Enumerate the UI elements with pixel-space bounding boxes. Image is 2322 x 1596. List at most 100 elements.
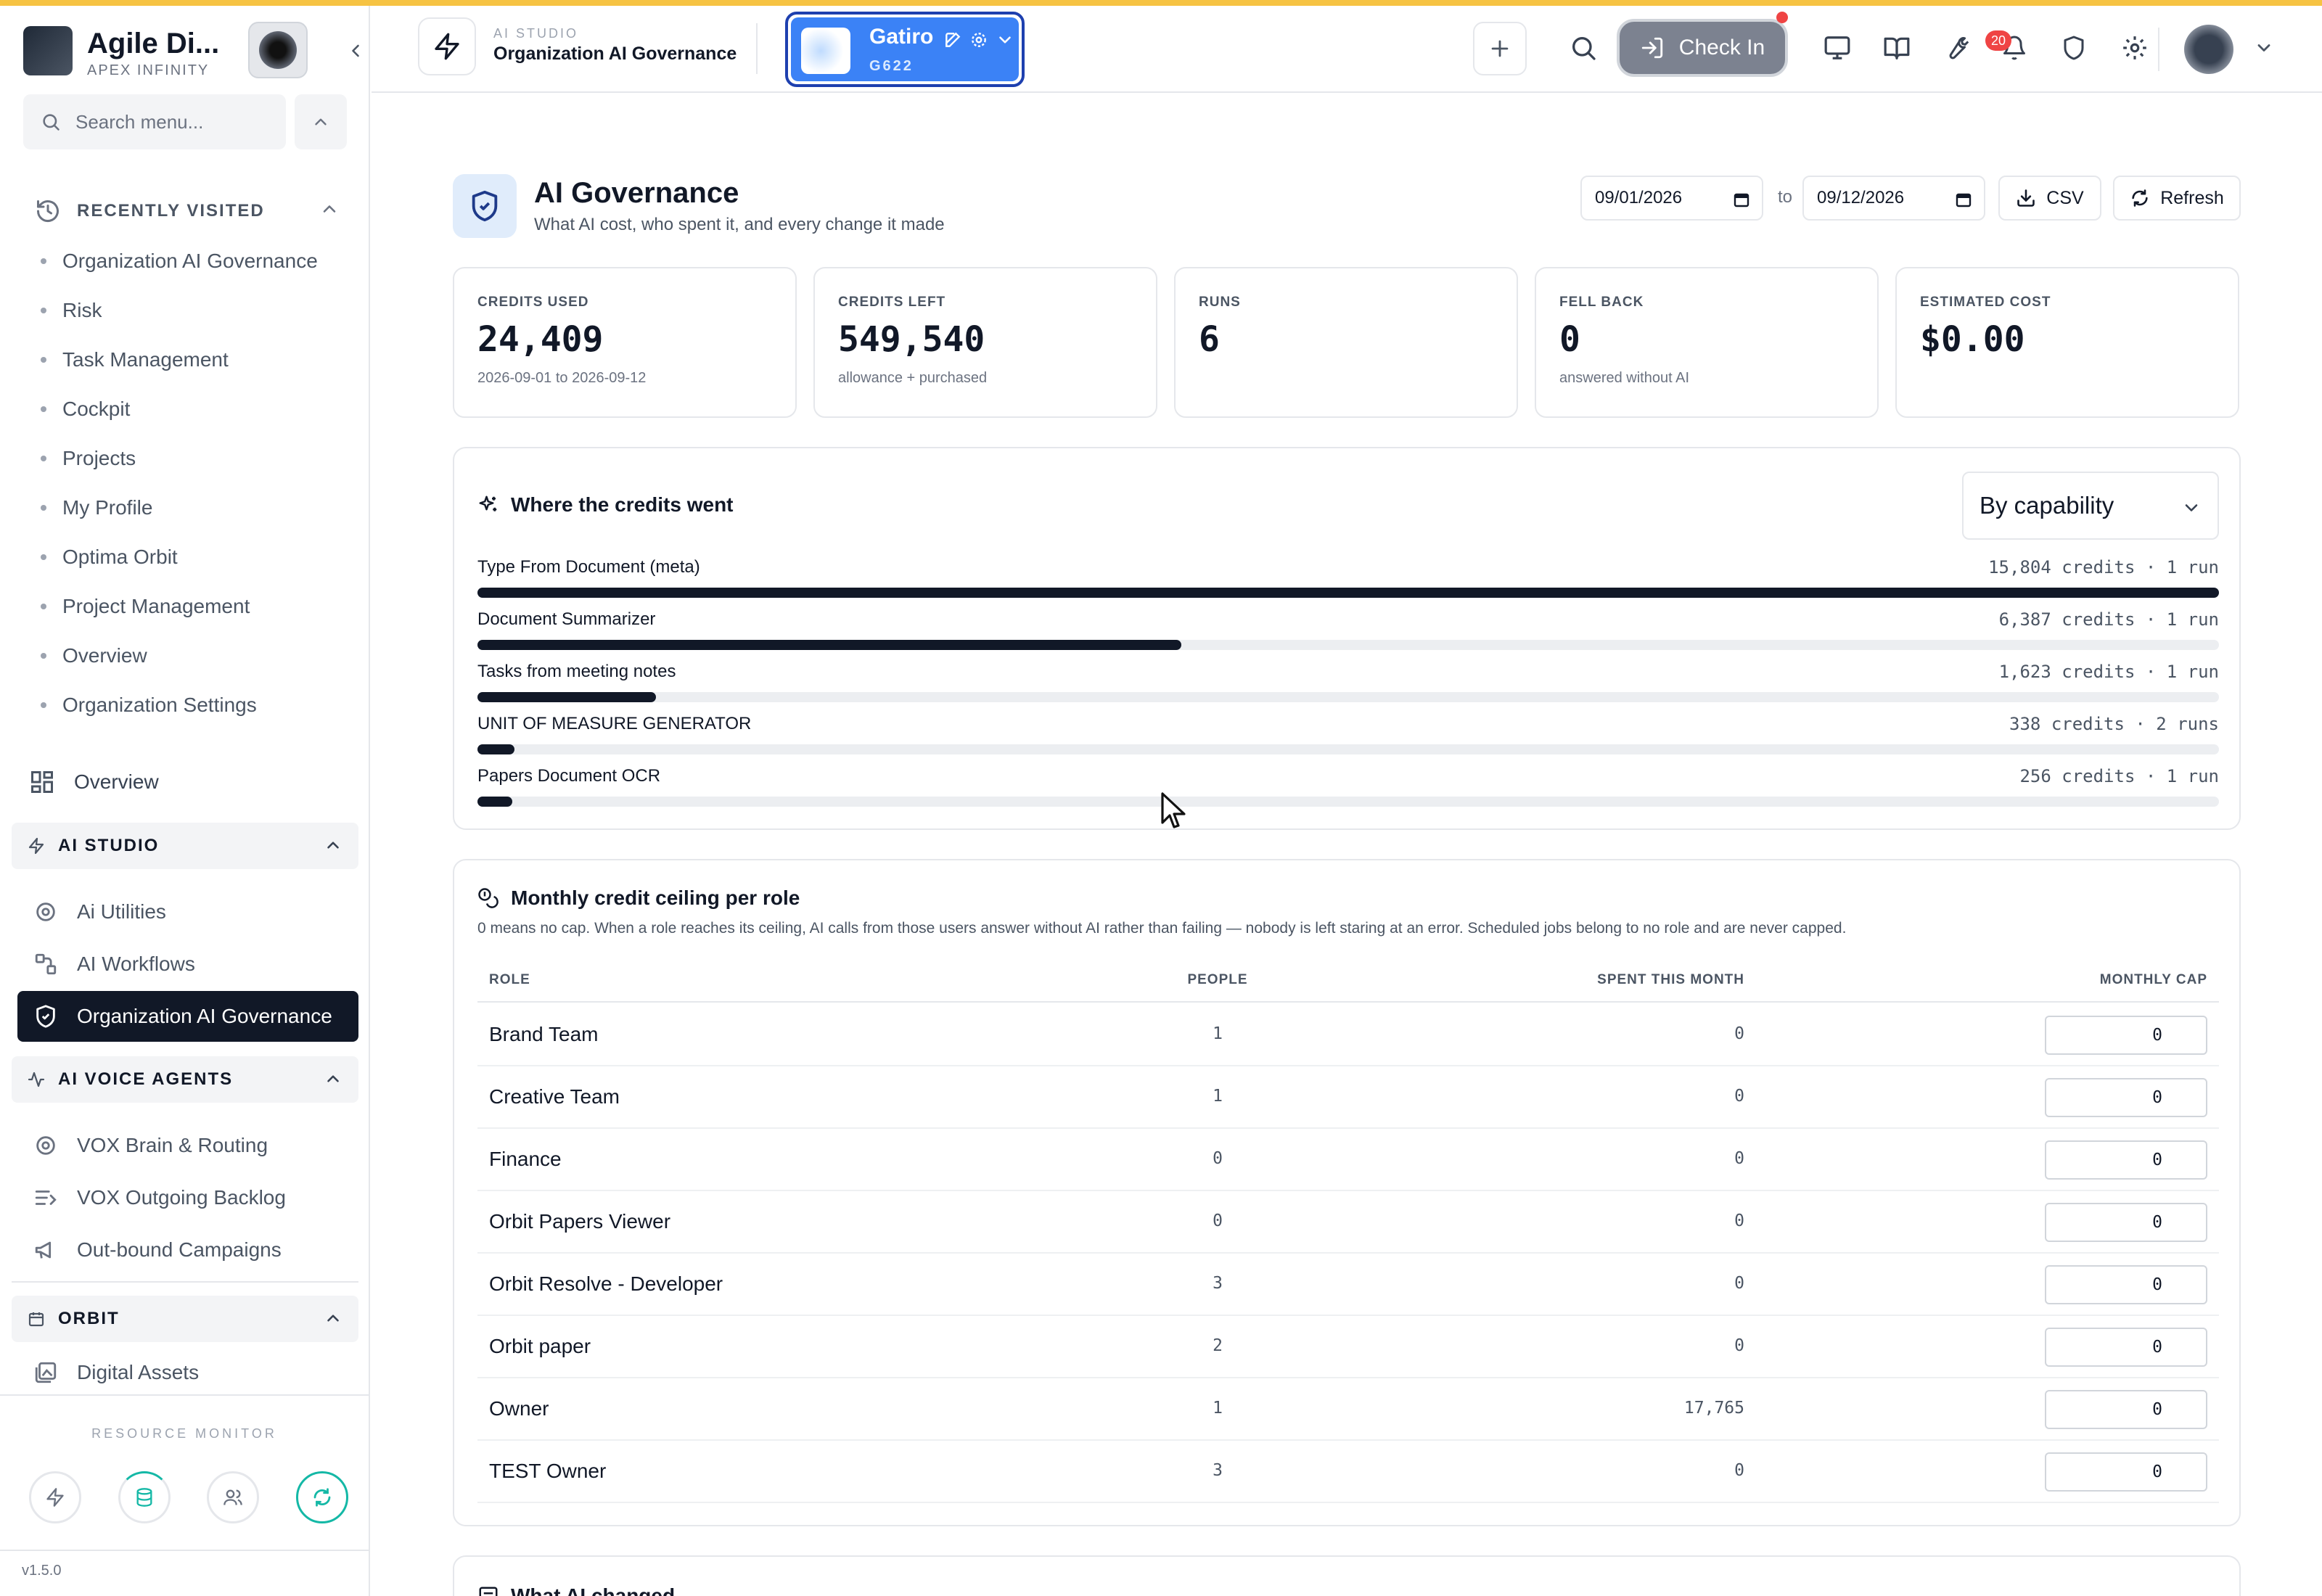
resource-sync[interactable] xyxy=(295,1471,348,1523)
recent-item[interactable]: Organization Settings xyxy=(41,680,345,730)
user-menu-button[interactable] xyxy=(2244,28,2284,68)
docs-button[interactable] xyxy=(1876,28,1917,68)
stat-credits-left: CREDITS LEFT 549,540 allowance + purchas… xyxy=(813,267,1157,418)
resource-storage[interactable] xyxy=(118,1471,171,1523)
column-header: ROLE xyxy=(489,972,530,987)
monthly-cap-input[interactable] xyxy=(2045,1203,2207,1242)
credit-bar-track xyxy=(477,744,2219,754)
refresh-icon xyxy=(2132,189,2148,207)
stat-label: CREDITS USED xyxy=(477,295,589,310)
resource-ai[interactable] xyxy=(29,1471,81,1523)
sidebar-item-overview[interactable]: Overview xyxy=(29,760,348,804)
calendar-icon xyxy=(1956,193,1972,207)
divider xyxy=(2158,28,2159,71)
organization-switcher[interactable]: Gatiro G622 xyxy=(785,12,1025,87)
credit-row: Tasks from meeting notes 1,623 credits ·… xyxy=(477,662,2219,714)
download-icon xyxy=(2017,189,2035,207)
security-button[interactable] xyxy=(2054,28,2094,68)
menu-search-input[interactable]: Search menu... xyxy=(23,94,286,149)
role-name: Creative Team xyxy=(489,1085,620,1108)
edit-icon[interactable] xyxy=(943,30,962,49)
monthly-cap-input[interactable] xyxy=(2045,1328,2207,1367)
sidebar-item-label: Organization AI Governance xyxy=(77,1005,332,1027)
search-placeholder: Search menu... xyxy=(75,110,204,133)
tools-button[interactable] xyxy=(1936,28,1977,68)
refresh-label: Refresh xyxy=(2160,187,2224,208)
divider xyxy=(756,23,758,74)
date-from-input[interactable]: 09/01/2026 xyxy=(1580,176,1763,221)
gear-icon[interactable] xyxy=(969,30,988,49)
credit-row: Document Summarizer 6,387 credits · 1 ru… xyxy=(477,609,2219,662)
sidebar: Agile Di... APEX INFINITY Search menu...… xyxy=(0,6,370,1596)
card-title-text: Monthly credit ceiling per role xyxy=(511,887,800,909)
recent-item[interactable]: My Profile xyxy=(41,483,345,532)
credits-breakdown-card: Where the credits went By capability Typ… xyxy=(453,447,2241,830)
recent-item[interactable]: Projects xyxy=(41,434,345,483)
add-button[interactable] xyxy=(1473,22,1527,75)
global-search-button[interactable] xyxy=(1563,28,1604,68)
group-orbit[interactable]: ORBIT xyxy=(12,1296,358,1342)
module-icon xyxy=(418,17,476,75)
monthly-cap-input[interactable] xyxy=(2045,1390,2207,1429)
cog-icon xyxy=(36,1136,55,1155)
refresh-icon xyxy=(313,1488,331,1507)
stat-fell-back: FELL BACK 0 answered without AI xyxy=(1535,267,1879,418)
stat-sub: allowance + purchased xyxy=(838,370,988,386)
group-by-select[interactable]: By capability xyxy=(1962,472,2219,540)
user-avatar[interactable] xyxy=(2184,25,2233,74)
group-ai-voice-agents[interactable]: AI VOICE AGENTS xyxy=(12,1056,358,1103)
group-ai-studio[interactable]: AI STUDIO xyxy=(12,823,358,869)
date-to-input[interactable]: 09/12/2026 xyxy=(1802,176,1985,221)
stat-value: 0 xyxy=(1559,319,1580,360)
settings-button[interactable] xyxy=(2114,28,2155,68)
history-icon xyxy=(479,1587,498,1596)
organization-name: Gatiro xyxy=(869,25,934,49)
recent-item[interactable]: Optima Orbit xyxy=(41,532,345,582)
sidebar-item-organization-ai-governance[interactable]: Organization AI Governance xyxy=(17,991,358,1042)
role-name: Orbit Resolve - Developer xyxy=(489,1272,723,1295)
sidebar-item-out-bound-campaigns[interactable]: Out-bound Campaigns xyxy=(17,1225,358,1275)
recent-item[interactable]: Organization AI Governance xyxy=(41,236,345,286)
page-subtitle: What AI cost, who spent it, and every ch… xyxy=(534,215,945,234)
card-title-text: Where the credits went xyxy=(511,493,734,516)
role-name: Orbit Papers Viewer xyxy=(489,1210,671,1233)
resource-users[interactable] xyxy=(207,1471,260,1523)
recent-item[interactable]: Task Management xyxy=(41,335,345,384)
group-label: AI STUDIO xyxy=(58,836,160,855)
role-spent: 0 xyxy=(1734,1212,1744,1230)
refresh-button[interactable]: Refresh xyxy=(2113,176,2241,221)
table-row: Brand Team 1 0 xyxy=(477,1004,2219,1066)
sidebar-item-digital-assets[interactable]: Digital Assets xyxy=(17,1354,358,1391)
role-people: 3 xyxy=(1213,1461,1223,1480)
collapse-sidebar-button[interactable] xyxy=(341,36,370,65)
table-row: Owner 1 17,765 xyxy=(477,1378,2219,1441)
sidebar-item-ai-utilities[interactable]: Ai Utilities xyxy=(17,887,358,937)
recent-item[interactable]: Overview xyxy=(41,631,345,680)
sidebar-item-vox-brain-routing[interactable]: VOX Brain & Routing xyxy=(17,1120,358,1171)
monthly-cap-input[interactable] xyxy=(2045,1452,2207,1492)
collapse-all-button[interactable] xyxy=(295,94,347,149)
recently-visited-header[interactable]: RECENTLY VISITED xyxy=(35,193,340,229)
recent-item[interactable]: Risk xyxy=(41,286,345,335)
check-in-button[interactable]: Check In xyxy=(1617,19,1788,77)
recent-item[interactable]: Cockpit xyxy=(41,384,345,434)
chevron-down-icon[interactable] xyxy=(996,30,1014,49)
recent-item[interactable]: Project Management xyxy=(41,582,345,631)
csv-export-button[interactable]: CSV xyxy=(1998,176,2101,221)
workspace-avatar[interactable] xyxy=(248,22,308,78)
monthly-cap-input[interactable] xyxy=(2045,1016,2207,1055)
monitor-button[interactable] xyxy=(1817,28,1858,68)
search-icon xyxy=(1572,37,1596,60)
monthly-cap-input[interactable] xyxy=(2045,1078,2207,1117)
cog-icon xyxy=(36,902,55,921)
mouse-cursor-icon xyxy=(1161,792,1186,828)
table-header: ROLE PEOPLE SPENT THIS MONTH MONTHLY CAP xyxy=(477,969,2219,1003)
module-kicker: AI STUDIO xyxy=(493,26,579,41)
sidebar-item-vox-outgoing-backlog[interactable]: VOX Outgoing Backlog xyxy=(17,1172,358,1223)
sidebar-item-ai-workflows[interactable]: AI Workflows xyxy=(17,939,358,990)
monthly-cap-input[interactable] xyxy=(2045,1265,2207,1304)
monthly-cap-input[interactable] xyxy=(2045,1140,2207,1180)
date-range-separator: to xyxy=(1778,187,1793,207)
stat-value: 549,540 xyxy=(838,319,985,360)
shield-check-icon xyxy=(36,1005,55,1028)
